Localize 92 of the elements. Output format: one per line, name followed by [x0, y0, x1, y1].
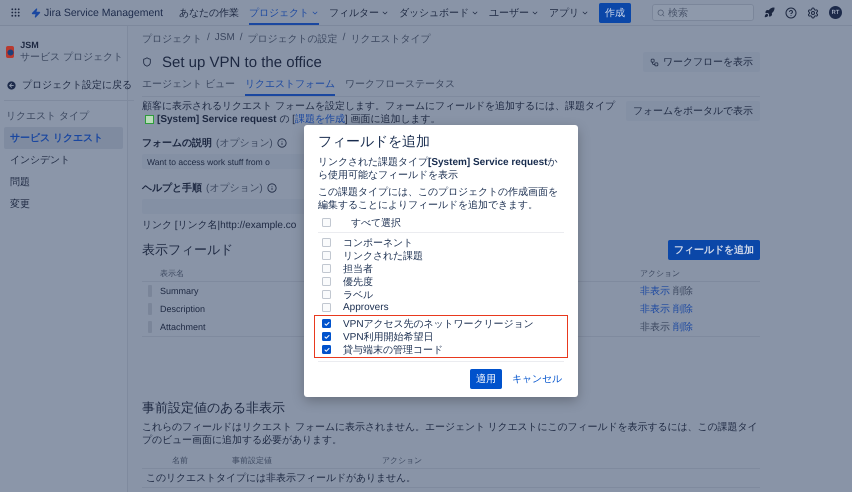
- checkbox[interactable]: [322, 218, 331, 227]
- checkbox[interactable]: [322, 332, 331, 341]
- sidebar-item[interactable]: 変更: [4, 193, 123, 215]
- column-header: 表示名: [159, 268, 184, 279]
- empty-message: このリクエストタイプには非表示フィールドがありません。: [145, 472, 416, 485]
- section-title: リクエスト タイプ: [6, 110, 90, 123]
- checkbox[interactable]: [322, 345, 331, 354]
- breadcrumb-separator: /: [342, 32, 346, 45]
- field-label: ヘルプと手順: [142, 181, 202, 195]
- field-option-label: 優先度: [343, 276, 373, 288]
- field-option-label: VPNアクセス先のネットワークリージョン: [343, 318, 534, 330]
- info-icon[interactable]: [266, 183, 277, 193]
- section-description: これらのフィールドはリクエスト フォームに表示されません。エージェント リクエストにこのフィールドを表示するには、この課題タイプのビュー画面に追加する必要があります。: [142, 421, 759, 447]
- settings-icon[interactable]: [807, 6, 819, 18]
- nav-item[interactable]: プロジェクト: [249, 0, 320, 25]
- link-syntax-hint: リンク [リンク名|http://example.co: [142, 219, 296, 232]
- tab[interactable]: ワークフローステータス: [344, 74, 455, 96]
- dialog-note: この課題タイプには、このプロジェクトの作成画面を編集することによりフィールドを追加できます。: [318, 186, 559, 212]
- issue-type-icon: [145, 114, 154, 124]
- action-link[interactable]: 非表示: [640, 302, 670, 316]
- cancel-button[interactable]: キャンセル: [510, 369, 564, 389]
- sidebar-item[interactable]: 問題: [4, 171, 123, 193]
- back-icon: [6, 80, 17, 90]
- action-link[interactable]: 非表示: [640, 284, 670, 298]
- checkbox[interactable]: [322, 303, 331, 312]
- checkbox[interactable]: [322, 264, 331, 273]
- nav-item[interactable]: ユーザー: [489, 0, 540, 25]
- nav-item[interactable]: フィルター: [329, 0, 390, 25]
- view-portal-button[interactable]: フォームをポータルで表示: [626, 101, 760, 121]
- checkbox[interactable]: [322, 290, 331, 299]
- create-button[interactable]: 作成: [599, 2, 632, 22]
- dialog-description: リンクされた課題タイプ[System] Service requestから使用可能なフィールドを表示: [318, 156, 559, 182]
- create-issue-link[interactable]: 課題を作成: [294, 114, 345, 125]
- column-header: 名前: [171, 455, 188, 466]
- project-type: サービス プロジェクト: [20, 50, 123, 64]
- project-name: JSM: [20, 40, 40, 50]
- column-header: アクション: [640, 268, 680, 279]
- field-option-label: コンポーネント: [343, 236, 413, 250]
- rocket-icon[interactable]: [764, 7, 775, 18]
- select-all-label: すべて選択: [351, 216, 401, 230]
- optional-hint: (オプション): [216, 136, 273, 150]
- workflow-icon: [650, 58, 659, 66]
- field-label: フォームの説明: [142, 136, 212, 150]
- field-option-label: 貸与端末の管理コード: [343, 344, 443, 356]
- field-option-label: Approvers: [343, 302, 389, 313]
- column-header: アクション: [382, 455, 422, 466]
- column-header: 事前設定値: [232, 455, 272, 466]
- apply-button[interactable]: 適用: [470, 369, 502, 389]
- view-workflow-button[interactable]: ワークフローを表示: [643, 52, 760, 72]
- app-grid-icon[interactable]: [10, 7, 21, 18]
- breadcrumb-separator: /: [240, 32, 243, 45]
- intro-text: 顧客に表示されるリクエスト フォームを設定します。フォームにフィールドを追加するには、課題タイプ [System] Service request の [課題を作成] 画面に追加します。: [142, 100, 616, 126]
- sidebar-item[interactable]: サービス リクエスト: [4, 127, 123, 149]
- optional-hint: (オプション): [206, 182, 263, 195]
- shield-icon: [142, 57, 152, 67]
- section-heading: 表示フィールド: [142, 241, 233, 259]
- search-icon: [657, 8, 665, 16]
- product-name: Jira Service Management: [44, 6, 164, 18]
- field-option-label: 担当者: [343, 262, 373, 276]
- section-heading: 事前設定値のある非表示: [142, 399, 286, 417]
- table-cell: Description: [160, 304, 206, 314]
- action-link[interactable]: 削除: [673, 320, 693, 334]
- field-option-label: ラベル: [343, 288, 373, 302]
- checkbox[interactable]: [322, 238, 331, 247]
- breadcrumb-link[interactable]: リクエストタイプ: [350, 32, 430, 46]
- back-link[interactable]: プロジェクト設定に戻る: [4, 74, 134, 101]
- nav-item[interactable]: あなたの作業: [179, 0, 240, 25]
- nav-item[interactable]: ダッシュボード: [399, 0, 480, 25]
- search-field[interactable]: 検索: [652, 4, 754, 21]
- field-option-label: VPN利用開始希望日: [343, 330, 434, 344]
- table-cell: Attachment: [160, 322, 206, 332]
- nav-item[interactable]: アプリ: [549, 0, 590, 25]
- project-avatar-icon: [6, 46, 14, 58]
- breadcrumb-link[interactable]: JSM: [214, 32, 235, 46]
- sidebar-item[interactable]: インシデント: [4, 149, 123, 171]
- field-option-label: リンクされた課題: [343, 250, 423, 262]
- checkbox[interactable]: [322, 251, 331, 260]
- dialog-title: フィールドを追加: [318, 133, 431, 151]
- page-title: Set up VPN to the office: [162, 54, 322, 70]
- action-link[interactable]: 削除: [673, 302, 693, 316]
- tab[interactable]: リクエストフォーム: [244, 74, 335, 96]
- info-icon[interactable]: [276, 138, 287, 148]
- tab[interactable]: エージェント ビュー: [142, 74, 235, 96]
- add-field-button[interactable]: フィールドを追加: [668, 240, 760, 260]
- breadcrumb-link[interactable]: プロジェクト: [142, 32, 202, 46]
- breadcrumb-separator: /: [207, 32, 210, 45]
- help-icon[interactable]: [785, 6, 797, 18]
- bolt-logo-icon: [31, 8, 41, 18]
- checkbox[interactable]: [322, 319, 331, 328]
- checkbox[interactable]: [322, 277, 331, 286]
- table-cell: Summary: [160, 286, 199, 296]
- breadcrumb-link[interactable]: プロジェクトの設定: [248, 32, 338, 46]
